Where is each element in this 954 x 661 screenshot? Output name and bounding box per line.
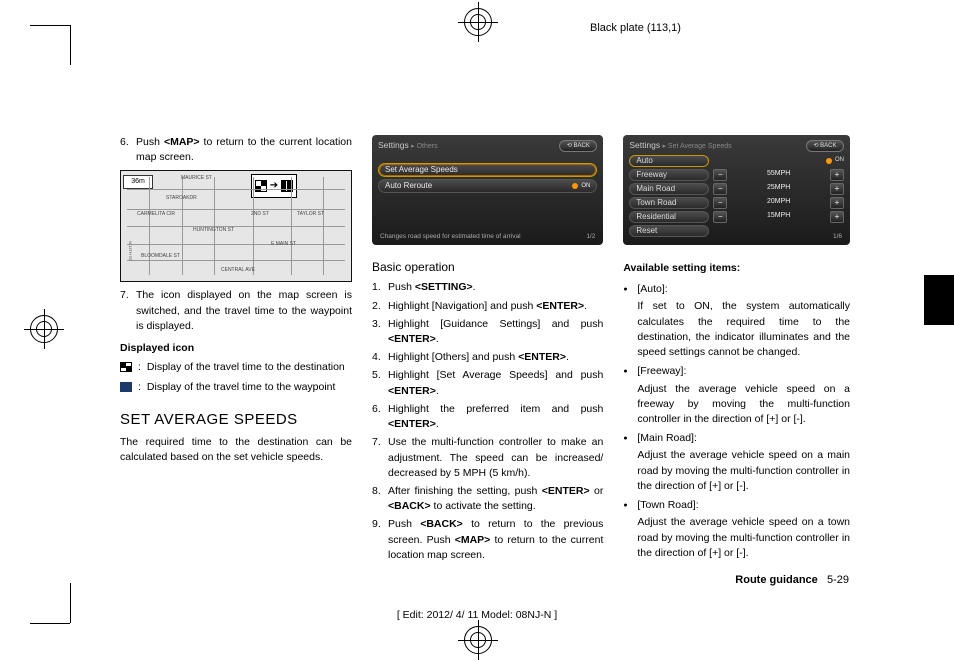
back-button: ⟲ BACK (559, 140, 597, 152)
speed-row-reset: Reset (629, 224, 844, 237)
settings-others-screenshot: Settings ▸ Others ⟲ BACK Set Average Spe… (372, 135, 603, 245)
column-right: Settings ▸ Set Average Speeds ⟲ BACK Aut… (623, 135, 850, 605)
speed-row-main-road: Main Road−25MPH+ (629, 182, 844, 195)
speed-row-residential: Residential−15MPH+ (629, 210, 844, 223)
map-image: 36m ➔ MAURICE ST STAROAKDR CARMELITA CIR… (120, 170, 352, 282)
row-set-average-speeds: Set Average Speeds (378, 163, 597, 177)
setting-item: ●[Main Road]:Adjust the average vehicle … (623, 431, 850, 494)
waypoint-flag-icon (120, 382, 132, 392)
speed-row-freeway: Freeway−55MPH+ (629, 168, 844, 181)
step-6: 6. Push <MAP> to return to the current l… (120, 135, 352, 165)
settings-speeds-screenshot: Settings ▸ Set Average Speeds ⟲ BACK Aut… (623, 135, 850, 245)
thumb-tab (924, 275, 954, 325)
icon-waypoint: : Display of the travel time to the wayp… (120, 380, 352, 395)
step: 6.Highlight the preferred item and push … (372, 402, 603, 432)
back-button: ⟲ BACK (806, 140, 844, 152)
column-middle: Settings ▸ Others ⟲ BACK Set Average Spe… (372, 135, 603, 605)
step: 4.Highlight [Others] and push <ENTER>. (372, 350, 603, 365)
step: 3.Highlight [Guidance Settings] and push… (372, 317, 603, 347)
step: 1.Push <SETTING>. (372, 280, 603, 295)
displayed-icon-heading: Displayed icon (120, 341, 352, 356)
footer-edit: [ Edit: 2012/ 4/ 11 Model: 08NJ-N ] (0, 609, 954, 621)
available-items-heading: Available setting items: (623, 261, 850, 276)
setting-item: ●[Town Road]:Adjust the average vehicle … (623, 498, 850, 561)
setting-item: ●[Freeway]:Adjust the average vehicle sp… (623, 364, 850, 427)
speed-row-auto: AutoON (629, 154, 844, 167)
speed-row-town-road: Town Road−20MPH+ (629, 196, 844, 209)
set-average-speeds-desc: The required time to the destination can… (120, 435, 352, 465)
step: 8.After finishing the setting, push <ENT… (372, 484, 603, 514)
setting-item: ●[Auto]:If set to ON, the system automat… (623, 282, 850, 360)
step: 7.Use the multi-function controller to m… (372, 435, 603, 481)
icon-destination: : Display of the travel time to the dest… (120, 360, 352, 375)
step: 2.Highlight [Navigation] and push <ENTER… (372, 299, 603, 314)
step: 9.Push <BACK> to return to the previous … (372, 517, 603, 563)
plate-label: Black plate (113,1) (590, 22, 681, 34)
step-7: 7. The icon displayed on the map screen … (120, 288, 352, 334)
row-auto-reroute: Auto Reroute ON (378, 179, 597, 193)
step: 5.Highlight [Set Average Speeds] and pus… (372, 368, 603, 398)
basic-operation-heading: Basic operation (372, 259, 603, 276)
footer-section: Route guidance 5-29 (735, 574, 849, 586)
checkered-flag-icon (120, 362, 132, 372)
set-average-speeds-heading: SET AVERAGE SPEEDS (120, 409, 352, 431)
column-left: 6. Push <MAP> to return to the current l… (120, 135, 352, 605)
